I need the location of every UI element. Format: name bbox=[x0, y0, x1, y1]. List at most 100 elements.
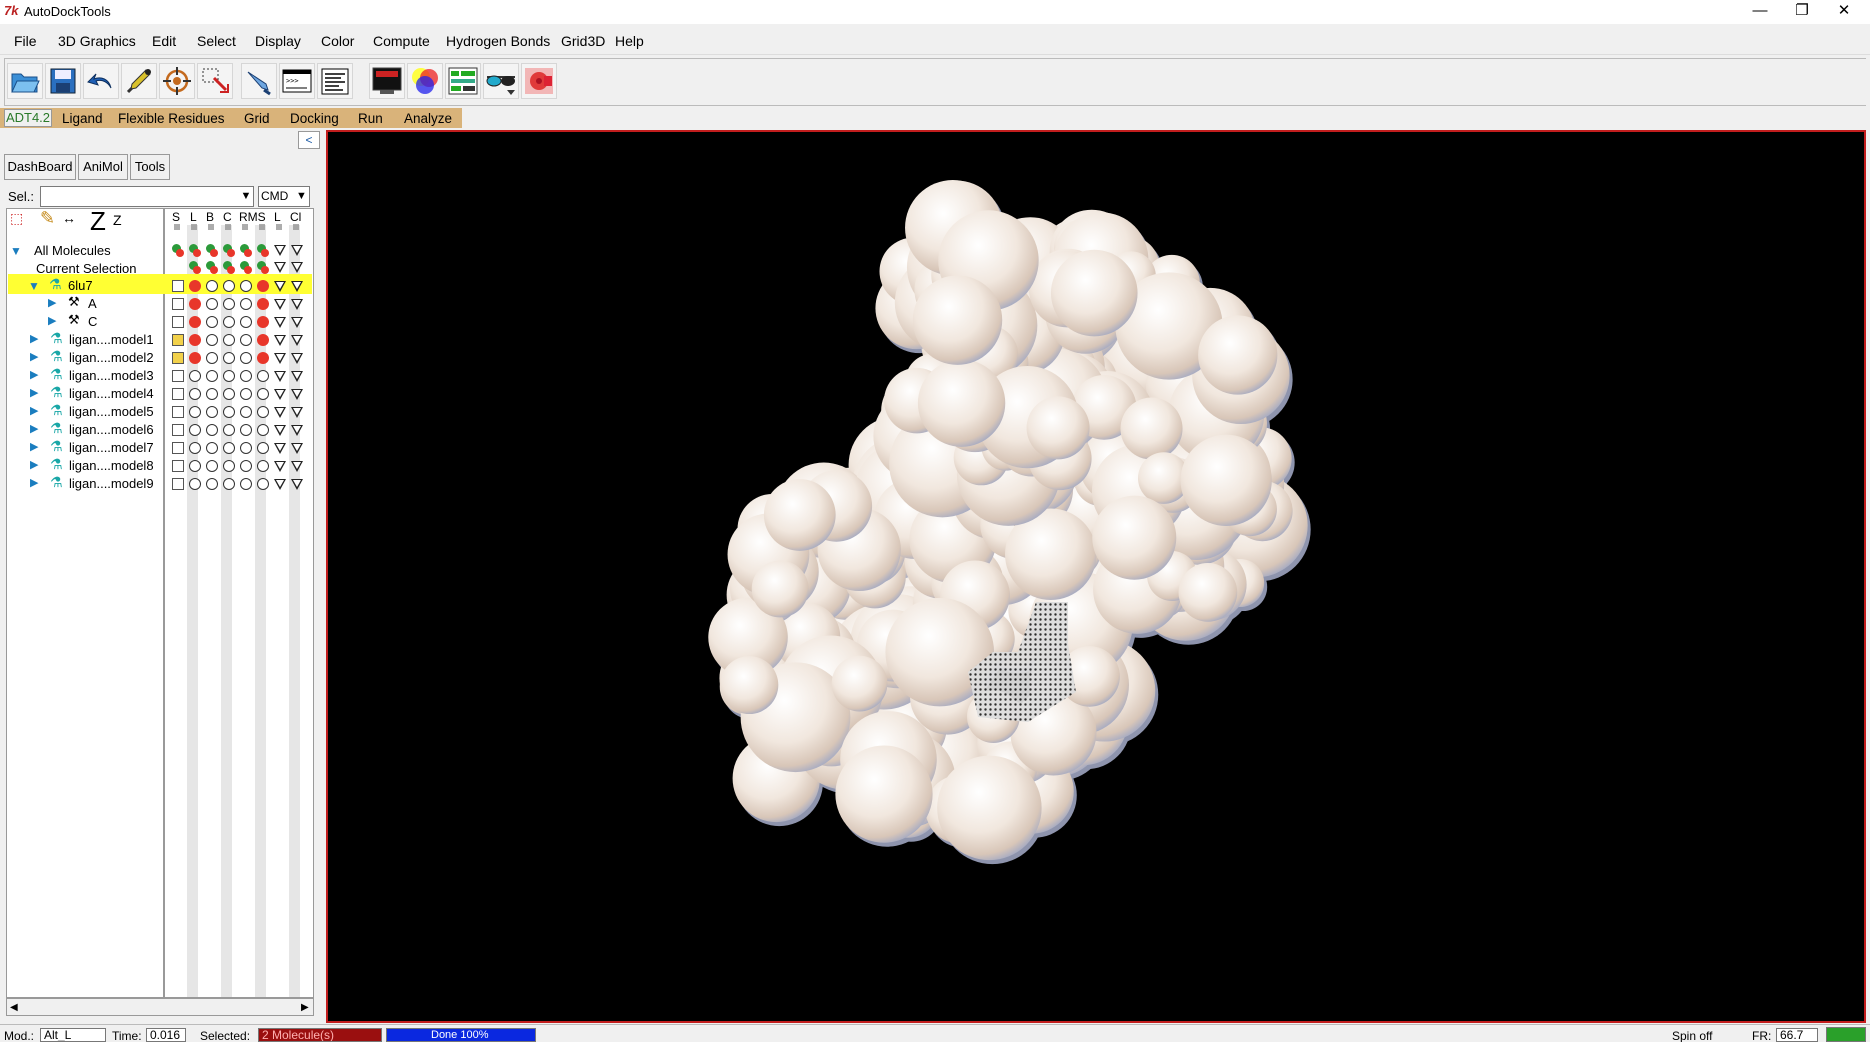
ms-toggle[interactable] bbox=[257, 424, 269, 436]
ms-toggle[interactable] bbox=[257, 280, 269, 292]
menu-file[interactable]: File bbox=[14, 33, 37, 49]
column-header-color[interactable]: Cl bbox=[290, 210, 301, 224]
menu-help[interactable]: Help bbox=[615, 33, 644, 49]
rms-toggle[interactable] bbox=[240, 460, 252, 472]
z-sort-large-icon[interactable]: Z bbox=[90, 206, 106, 237]
ball-toggle[interactable] bbox=[206, 370, 218, 382]
ball-toggle[interactable] bbox=[206, 298, 218, 310]
tree-item-model1[interactable]: ligan....model1 bbox=[69, 332, 154, 347]
label-toggle-icon[interactable] bbox=[274, 407, 286, 418]
save-disk-icon[interactable] bbox=[45, 63, 81, 99]
monitor-icon[interactable] bbox=[369, 63, 405, 99]
apply-all-icon[interactable] bbox=[244, 266, 252, 274]
tree-item-chain-a[interactable]: A bbox=[88, 296, 97, 311]
close-button[interactable]: ✕ bbox=[1824, 0, 1864, 24]
ball-toggle[interactable] bbox=[206, 442, 218, 454]
rms-toggle[interactable] bbox=[240, 352, 252, 364]
menu-3d-graphics[interactable]: 3D Graphics bbox=[58, 33, 136, 49]
label-toggle-icon[interactable] bbox=[291, 281, 303, 292]
label-toggle-icon[interactable] bbox=[274, 461, 286, 472]
chevron-down-icon[interactable]: ▼ bbox=[238, 187, 254, 206]
column-header-select[interactable]: S bbox=[172, 210, 180, 224]
tree-item-model4[interactable]: ligan....model4 bbox=[69, 386, 154, 401]
stereo-glasses-icon[interactable] bbox=[483, 63, 519, 99]
select-checkbox[interactable] bbox=[172, 370, 184, 382]
select-checkbox[interactable] bbox=[172, 388, 184, 400]
select-checkbox[interactable] bbox=[172, 280, 184, 292]
lines-toggle[interactable] bbox=[189, 352, 201, 364]
collapsed-triangle-icon[interactable]: ▶ bbox=[30, 386, 38, 399]
ball-toggle[interactable] bbox=[206, 352, 218, 364]
lines-toggle[interactable] bbox=[189, 280, 201, 292]
label-toggle-icon[interactable] bbox=[274, 371, 286, 382]
label-toggle-icon[interactable] bbox=[291, 461, 303, 472]
label-toggle-icon[interactable] bbox=[291, 425, 303, 436]
ball-toggle[interactable] bbox=[206, 478, 218, 490]
horizontal-scrollbar[interactable]: ◀ ▶ bbox=[6, 998, 314, 1016]
open-folder-icon[interactable] bbox=[7, 63, 43, 99]
rms-toggle[interactable] bbox=[240, 388, 252, 400]
select-checkbox[interactable] bbox=[172, 406, 184, 418]
cpk-toggle[interactable] bbox=[223, 442, 235, 454]
menu-edit[interactable]: Edit bbox=[152, 33, 176, 49]
select-checkbox[interactable] bbox=[172, 352, 184, 364]
collapsed-triangle-icon[interactable]: ▶ bbox=[30, 476, 38, 489]
select-box-icon[interactable] bbox=[197, 63, 233, 99]
apply-all-icon[interactable] bbox=[210, 266, 218, 274]
lines-toggle[interactable] bbox=[189, 298, 201, 310]
scroll-left-icon[interactable]: ◀ bbox=[10, 1002, 18, 1013]
apply-all-icon[interactable] bbox=[261, 249, 269, 257]
apply-all-icon[interactable] bbox=[210, 249, 218, 257]
apply-all-icon[interactable] bbox=[193, 266, 201, 274]
tab-flexible-residues[interactable]: Flexible Residues bbox=[118, 111, 225, 126]
label-toggle-icon[interactable] bbox=[291, 389, 303, 400]
lines-toggle[interactable] bbox=[189, 424, 201, 436]
3d-viewer-canvas[interactable] bbox=[326, 130, 1866, 1023]
color-wheel-icon[interactable] bbox=[407, 63, 443, 99]
undo-arrow-icon[interactable] bbox=[83, 63, 119, 99]
label-toggle-icon[interactable] bbox=[291, 317, 303, 328]
minimize-button[interactable]: — bbox=[1740, 0, 1780, 24]
lines-toggle[interactable] bbox=[189, 406, 201, 418]
rms-toggle[interactable] bbox=[240, 316, 252, 328]
apply-all-icon[interactable] bbox=[176, 249, 184, 257]
tab-analyze[interactable]: Analyze bbox=[404, 111, 452, 126]
label-toggle-icon[interactable] bbox=[274, 443, 286, 454]
expand-triangle-icon[interactable]: ▼ bbox=[28, 279, 40, 293]
label-toggle-icon[interactable] bbox=[274, 353, 286, 364]
tab-docking[interactable]: Docking bbox=[290, 111, 339, 126]
ms-toggle[interactable] bbox=[257, 406, 269, 418]
label-toggle-icon[interactable] bbox=[291, 371, 303, 382]
apply-all-icon[interactable] bbox=[227, 266, 235, 274]
expand-width-icon[interactable]: ↔ bbox=[62, 210, 76, 226]
label-toggle-icon[interactable] bbox=[274, 299, 286, 310]
label-toggle-icon[interactable] bbox=[291, 443, 303, 454]
label-toggle-icon[interactable] bbox=[291, 262, 303, 273]
label-toggle-icon[interactable] bbox=[291, 407, 303, 418]
collapsed-triangle-icon[interactable]: ▶ bbox=[48, 314, 56, 327]
cpk-toggle[interactable] bbox=[223, 460, 235, 472]
rms-toggle[interactable] bbox=[240, 406, 252, 418]
cpk-toggle[interactable] bbox=[223, 370, 235, 382]
hand-pick-icon[interactable] bbox=[241, 63, 277, 99]
tree-item-model8[interactable]: ligan....model8 bbox=[69, 458, 154, 473]
clear-selection-icon[interactable]: ⬚ bbox=[10, 210, 23, 227]
restore-button[interactable]: ❐ bbox=[1782, 0, 1822, 24]
rms-toggle[interactable] bbox=[240, 478, 252, 490]
menu-display[interactable]: Display bbox=[255, 33, 301, 49]
ms-toggle[interactable] bbox=[257, 388, 269, 400]
collapsed-triangle-icon[interactable]: ▶ bbox=[30, 332, 38, 345]
tree-item-model9[interactable]: ligan....model9 bbox=[69, 476, 154, 491]
lines-toggle[interactable] bbox=[189, 478, 201, 490]
menu-compute[interactable]: Compute bbox=[373, 33, 430, 49]
select-checkbox[interactable] bbox=[172, 298, 184, 310]
cpk-toggle[interactable] bbox=[223, 478, 235, 490]
label-toggle-icon[interactable] bbox=[291, 335, 303, 346]
collapse-panel-icon[interactable]: < bbox=[298, 131, 320, 149]
column-header-ball[interactable]: B bbox=[206, 210, 214, 224]
cpk-toggle[interactable] bbox=[223, 388, 235, 400]
tree-item-model6[interactable]: ligan....model6 bbox=[69, 422, 154, 437]
rms-toggle[interactable] bbox=[240, 370, 252, 382]
ms-toggle[interactable] bbox=[257, 460, 269, 472]
label-toggle-icon[interactable] bbox=[274, 317, 286, 328]
